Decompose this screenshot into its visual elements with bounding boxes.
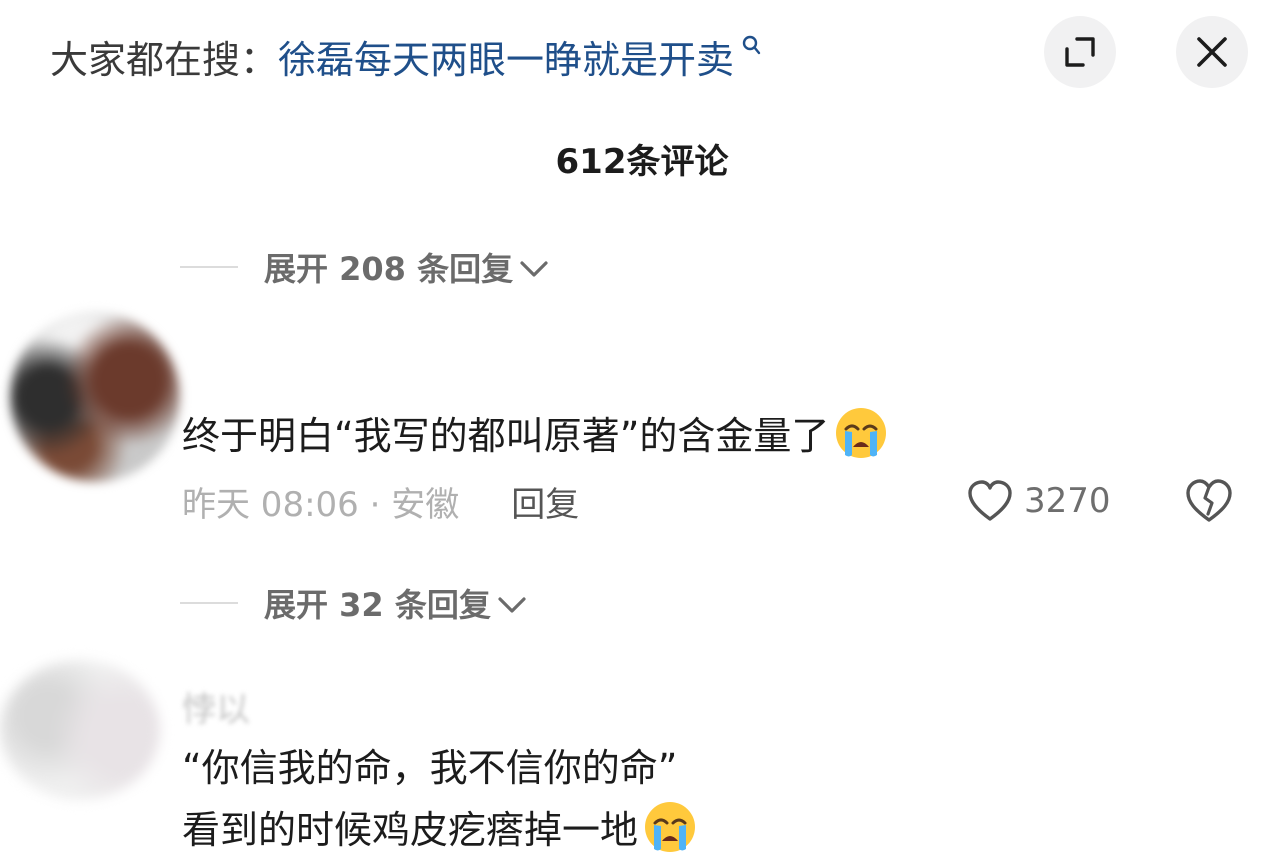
divider-line <box>180 266 238 268</box>
username[interactable]: 悖以 <box>182 682 250 731</box>
comment-text-line: “你信我的命，我不信你的命” <box>182 746 678 790</box>
trending-search-bar[interactable]: 大家都在搜：徐磊每天两眼一睁就是开卖 <box>50 22 762 88</box>
close-icon <box>1197 37 1227 67</box>
avatar[interactable] <box>10 312 180 482</box>
comment-meta: 昨天 08:06 · 安徽 回复 <box>182 474 579 528</box>
comment-text-line: 看到的时候鸡皮疙瘩掉一地 <box>182 798 698 862</box>
comments-panel: 大家都在搜：徐磊每天两眼一睁就是开卖 612条评论 展开 208 条回复 终于明… <box>0 0 1284 864</box>
broken-heart-icon[interactable] <box>1184 476 1234 526</box>
close-button[interactable] <box>1176 16 1248 88</box>
expand-icon <box>1065 37 1095 67</box>
search-term-link[interactable]: 徐磊每天两眼一睁就是开卖 <box>278 38 734 82</box>
loudly-crying-face-icon <box>645 802 696 852</box>
chevron-down-icon <box>498 597 526 613</box>
reply-button[interactable]: 回复 <box>511 477 579 526</box>
expand-replies-button[interactable]: 展开 32 条回复 <box>180 578 527 628</box>
avatar[interactable] <box>0 660 160 800</box>
loudly-crying-face-icon <box>836 408 887 458</box>
divider-line <box>180 602 238 604</box>
search-prefix: 大家都在搜： <box>50 38 279 82</box>
expand-replies-button[interactable]: 展开 208 条回复 <box>180 242 549 292</box>
heart-icon <box>968 480 1012 521</box>
like-count: 3270 <box>1024 481 1111 521</box>
search-icon[interactable] <box>736 35 762 62</box>
expand-replies-label: 展开 32 条回复 <box>264 586 491 624</box>
comment-time-location: 昨天 08:06 · 安徽 <box>182 484 460 525</box>
comment-text: 终于明白“我写的都叫原著”的含金量了 <box>182 404 889 468</box>
comment-count-title: 612条评论 <box>555 142 729 182</box>
expand-button[interactable] <box>1044 16 1116 88</box>
like-button[interactable]: 3270 <box>966 474 1111 528</box>
comment-body: 看到的时候鸡皮疙瘩掉一地 <box>182 808 639 852</box>
chevron-down-icon <box>520 261 548 277</box>
comment-body: 终于明白“我写的都叫原著”的含金量了 <box>182 414 830 458</box>
expand-replies-label: 展开 208 条回复 <box>264 250 514 288</box>
